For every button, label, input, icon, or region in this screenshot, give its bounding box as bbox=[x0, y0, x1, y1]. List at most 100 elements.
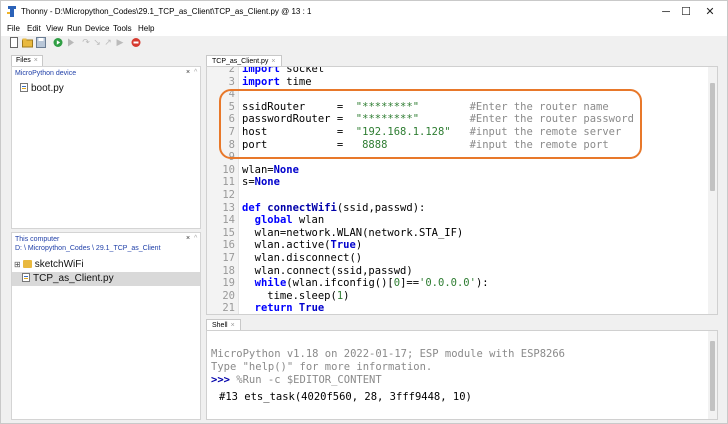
line-number: 15 bbox=[222, 226, 235, 239]
python-file-icon bbox=[20, 83, 28, 92]
code-token: wlan.disconnect() bbox=[242, 252, 363, 264]
code-token: wlan= bbox=[242, 163, 274, 176]
code-text: return True bbox=[242, 302, 325, 315]
computer-pane-path[interactable]: D: \ Micropython_Codes \ 29.1_TCP_as_Cli… bbox=[15, 245, 161, 252]
menu-help[interactable]: Help bbox=[138, 24, 154, 33]
code-token: time bbox=[279, 75, 312, 88]
folder-icon bbox=[22, 260, 32, 269]
shell-tab-close-icon[interactable]: × bbox=[231, 322, 235, 329]
code-token: (ssid,passwd): bbox=[336, 201, 426, 214]
menu-device[interactable]: Device bbox=[85, 24, 109, 33]
code-token: None bbox=[254, 176, 280, 189]
line-number: 14 bbox=[222, 214, 235, 227]
editor-scrollbar-thumb[interactable] bbox=[710, 83, 715, 191]
code-text: global wlan bbox=[242, 214, 325, 227]
code-token: global bbox=[254, 214, 293, 227]
scroll-up-icon[interactable]: ^ bbox=[194, 69, 197, 76]
menu-view[interactable]: View bbox=[46, 24, 63, 33]
computer-pane: This computer D: \ Micropython_Codes \ 2… bbox=[11, 232, 201, 420]
step-over-icon[interactable]: ↷ bbox=[81, 37, 91, 48]
expand-icon[interactable]: ⊞ bbox=[14, 260, 21, 269]
save-icon[interactable] bbox=[36, 37, 46, 48]
open-file-icon[interactable] bbox=[22, 37, 33, 48]
menu-file[interactable]: File bbox=[7, 24, 20, 33]
code-text: import socket bbox=[242, 66, 325, 76]
menu-edit[interactable]: Edit bbox=[27, 24, 41, 33]
line-number: 21 bbox=[222, 302, 235, 315]
shell-command-line: >>> %Run -c $EDITOR_CONTENT bbox=[211, 374, 382, 387]
tab-files-label: Files bbox=[16, 57, 31, 64]
tab-files[interactable]: Files × bbox=[11, 55, 43, 66]
menu-tools[interactable]: Tools bbox=[113, 24, 132, 33]
device-pane-close-icon[interactable]: × bbox=[186, 69, 190, 76]
code-text: def connectWifi(ssid,passwd): bbox=[242, 202, 425, 215]
code-token: wlan.connect(ssid,passwd) bbox=[242, 264, 413, 277]
selected-file-row[interactable]: TCP_as_Client.py bbox=[12, 272, 200, 286]
code-token: True bbox=[298, 302, 325, 315]
code-text: wlan.active(True) bbox=[242, 239, 363, 252]
close-button[interactable]: ✕ bbox=[697, 3, 723, 21]
computer-pane-header: This computer bbox=[15, 236, 60, 243]
menu-bar: File Edit View Run Device Tools Help bbox=[1, 23, 727, 36]
highlight-annotation bbox=[219, 89, 642, 159]
editor-scrollbar[interactable] bbox=[708, 67, 717, 314]
shell-command: %Run -c $EDITOR_CONTENT bbox=[229, 374, 382, 386]
line-number: 2 bbox=[228, 66, 235, 75]
code-text: s=None bbox=[242, 176, 280, 189]
selected-file-name: TCP_as_Client.py bbox=[33, 273, 114, 284]
editor-tab-label: TCP_as_Client.py bbox=[212, 58, 269, 65]
code-token: wlan=network.WLAN(network.STA_IF) bbox=[242, 226, 464, 239]
line-number: 13 bbox=[222, 201, 235, 214]
line-number: 11 bbox=[222, 176, 235, 189]
new-file-icon[interactable] bbox=[9, 37, 19, 48]
code-token: socket bbox=[279, 66, 325, 75]
shell-panel[interactable]: MicroPython v1.18 on 2022-01-17; ESP mod… bbox=[206, 330, 718, 420]
shell-banner-version: MicroPython v1.18 on 2022-01-17; ESP mod… bbox=[211, 348, 566, 360]
code-token: time.sleep( bbox=[242, 289, 337, 302]
stop-icon[interactable] bbox=[131, 37, 141, 48]
menu-run[interactable]: Run bbox=[67, 24, 82, 33]
code-token: return bbox=[254, 302, 293, 315]
resume-icon[interactable]: ▶ bbox=[115, 37, 125, 48]
code-token: s= bbox=[242, 176, 255, 189]
code-token: ): bbox=[475, 277, 489, 290]
folder-row[interactable]: ⊞ sketchWiFi bbox=[14, 258, 84, 272]
run-icon[interactable] bbox=[53, 37, 63, 48]
code-token: wlan.active( bbox=[242, 239, 331, 252]
code-token: import bbox=[242, 66, 280, 75]
step-into-icon[interactable]: ↘ bbox=[92, 37, 102, 48]
debug-icon[interactable] bbox=[66, 37, 76, 48]
shell-output: #13 ets_task(4020f560, 28, 3fff9448, 10) bbox=[219, 391, 472, 403]
toolbar: ↷ ↘ ↗ ▶ bbox=[1, 36, 727, 50]
maximize-button[interactable]: ☐ bbox=[673, 3, 699, 21]
code-token: def bbox=[242, 201, 261, 214]
device-pane-header: MicroPython device bbox=[15, 70, 77, 77]
line-number: 16 bbox=[222, 239, 235, 252]
line-number: 20 bbox=[222, 289, 235, 302]
code-token: while bbox=[254, 277, 287, 290]
code-token: ) bbox=[355, 239, 363, 252]
python-file-icon bbox=[22, 273, 30, 282]
line-number: 12 bbox=[222, 189, 235, 201]
tab-files-close-icon[interactable]: × bbox=[34, 57, 38, 64]
step-out-icon[interactable]: ↗ bbox=[103, 37, 113, 48]
device-file-row[interactable]: boot.py bbox=[20, 82, 64, 96]
code-text: wlan=network.WLAN(network.STA_IF) bbox=[242, 226, 464, 240]
shell-scrollbar-thumb[interactable] bbox=[710, 341, 715, 411]
line-number: 18 bbox=[222, 264, 235, 277]
code-token: connectWifi bbox=[267, 201, 337, 214]
editor-tab-close-icon[interactable]: × bbox=[271, 58, 275, 65]
computer-pane-close-icon[interactable]: × bbox=[186, 235, 190, 242]
line-number: 10 bbox=[222, 163, 235, 176]
scroll-up-icon[interactable]: ^ bbox=[194, 235, 197, 242]
shell-scrollbar[interactable] bbox=[708, 331, 717, 419]
code-text: wlan.disconnect() bbox=[242, 252, 362, 265]
code-token: '0.0.0.0' bbox=[419, 277, 476, 290]
thonny-logo-icon bbox=[7, 6, 16, 17]
title-bar: Thonny - D:\Micropython_Codes\29.1_TCP_a… bbox=[1, 1, 727, 23]
code-text: time.sleep(1) bbox=[242, 290, 349, 303]
code-token: True bbox=[330, 239, 356, 252]
